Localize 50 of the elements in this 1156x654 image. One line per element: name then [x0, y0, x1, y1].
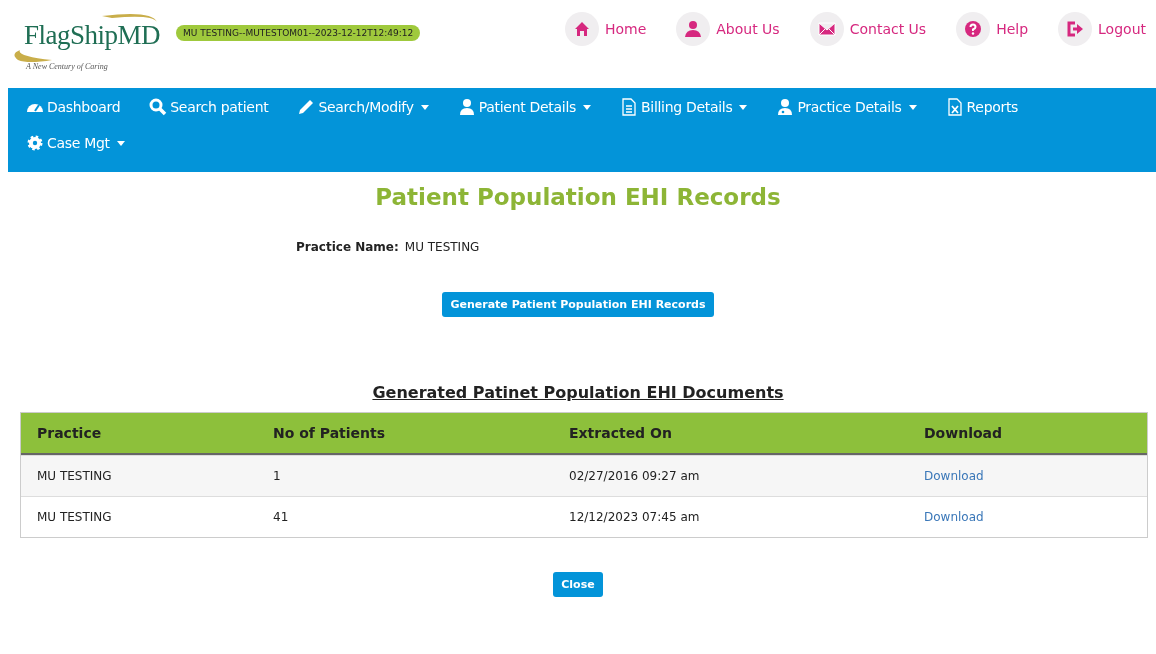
table-cell-text: MU TESTING — [36, 469, 113, 483]
nav-item[interactable]: Patient Details — [457, 97, 591, 117]
field-label: Practice Name: — [296, 240, 399, 254]
document-icon — [620, 98, 638, 116]
top-link[interactable]: Contact Us — [809, 12, 927, 46]
person-icon — [684, 20, 703, 38]
table-cell-text: 12/12/2023 07:45 am — [568, 510, 701, 524]
gear-icon — [26, 134, 44, 152]
logo-tagline: A New Century of Caring — [26, 62, 108, 71]
caret-icon — [420, 104, 429, 110]
nav-item[interactable]: Search/Modify — [297, 97, 429, 117]
table-cell-text: 02/27/2016 09:27 am — [568, 469, 701, 483]
caret-icon — [739, 104, 748, 110]
person-icon — [457, 98, 476, 116]
nav-item[interactable]: Billing Details — [620, 97, 748, 117]
logo-text: FlagShipMD — [24, 20, 161, 51]
help-icon — [964, 20, 983, 38]
generate-button[interactable]: Generate Patient Population EHI Records — [442, 292, 714, 317]
top-link[interactable]: Home — [564, 12, 647, 46]
download-link[interactable]: Download — [924, 469, 984, 483]
nav-item[interactable]: Case Mgt — [26, 133, 125, 153]
caret-icon — [116, 140, 125, 146]
field-value: MU TESTING — [404, 240, 480, 254]
table-cell-text: MU TESTING — [36, 510, 113, 524]
close-button[interactable]: Close — [553, 572, 603, 597]
logout-icon — [1066, 20, 1085, 38]
session-badge: MU TESTING--MUTESTOM01--2023-12-12T12:49:12 — [176, 25, 421, 41]
caret-icon — [583, 104, 591, 110]
nav-item[interactable]: Dashboard — [26, 97, 121, 117]
column-header: No of Patients — [272, 425, 387, 441]
caret-icon — [908, 104, 917, 110]
page-title: Patient Population EHI Records — [374, 184, 782, 210]
top-link[interactable]: Logout — [1058, 12, 1146, 46]
top-link[interactable]: About Us — [676, 12, 780, 46]
pencil-icon — [297, 98, 316, 116]
spreadsheet-icon — [945, 98, 964, 116]
doctor-icon — [776, 98, 795, 116]
top-link[interactable]: Help — [956, 12, 1029, 46]
column-header: Extracted On — [568, 425, 673, 441]
section-title: Generated Patinet Population EHI Documents — [371, 383, 785, 402]
search-icon — [149, 98, 168, 116]
nav-item[interactable]: Practice Details — [776, 97, 917, 117]
column-header: Practice — [36, 425, 103, 441]
download-link[interactable]: Download — [924, 510, 984, 524]
envelope-icon — [817, 20, 836, 38]
column-header: Download — [923, 425, 1004, 441]
table-cell-text: 41 — [272, 510, 290, 524]
nav-item[interactable]: Search patient — [149, 97, 269, 117]
nav-item[interactable]: Reports — [945, 97, 1019, 117]
table-cell-text: 1 — [272, 469, 282, 483]
